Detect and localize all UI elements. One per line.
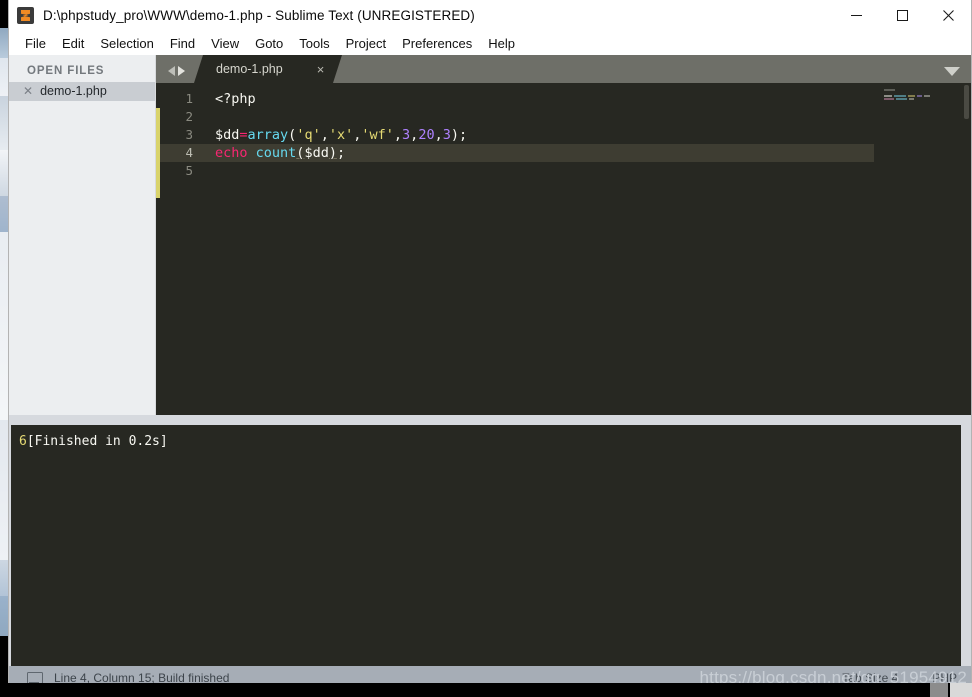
code-token: = [239,127,248,143]
menu-bar: File Edit Selection Find View Goto Tools… [9,31,971,55]
line-number: 5 [185,163,193,178]
menu-selection[interactable]: Selection [92,34,161,53]
sidebar: OPEN FILES ✕ demo-1.php [9,55,156,415]
line-number: 3 [185,127,193,142]
code-token: $dd [304,145,329,161]
code-token: 'x' [328,127,354,143]
close-icon [942,10,954,21]
code-token: echo [215,145,248,161]
menu-preferences[interactable]: Preferences [394,34,480,53]
code-token: ; [459,127,468,143]
build-output-value: 6 [19,434,27,449]
console-right-edge [961,425,971,666]
minimize-button[interactable] [833,0,879,31]
code-token: $dd [215,127,240,143]
maximize-button[interactable] [879,0,925,31]
code-line-4: echo count($dd); [203,144,874,162]
menu-tools[interactable]: Tools [291,34,337,53]
editor-panes: OPEN FILES ✕ demo-1.php demo-1.php × 1 2… [9,55,971,415]
code-token: <?php [215,91,256,107]
sidebar-item-demo-1-php[interactable]: ✕ demo-1.php [9,82,155,101]
tab-close-icon[interactable]: × [317,63,325,76]
editor-column: demo-1.php × 1 2 3 4 5 <?php $dd=array('… [156,55,971,415]
desktop-taskbar [0,683,972,697]
code-token: 3 [442,127,451,143]
menu-view[interactable]: View [203,34,247,53]
close-button[interactable] [925,0,971,31]
window-body: OPEN FILES ✕ demo-1.php demo-1.php × 1 2… [9,55,971,689]
sublime-text-window: D:\phpstudy_pro\WWW\demo-1.php - Sublime… [8,0,972,690]
build-output-panel[interactable]: 6[Finished in 0.2s] [9,425,971,666]
line-number: 1 [185,91,193,106]
code-token: , [320,127,329,143]
build-output-text: 6[Finished in 0.2s] [19,433,971,450]
workspace: OPEN FILES ✕ demo-1.php demo-1.php × 1 2… [9,55,971,689]
code-token: 20 [418,127,435,143]
menu-goto[interactable]: Goto [247,34,291,53]
menu-project[interactable]: Project [338,34,394,53]
code-token: count [255,145,297,161]
line-number-active: 4 [156,144,203,162]
code-editor[interactable]: 1 2 3 4 5 <?php $dd=array('q','x','wf',3… [156,83,971,415]
code-token: array [247,127,289,143]
menu-edit[interactable]: Edit [54,34,92,53]
taskbar-item-1 [930,683,948,697]
title-bar: D:\phpstudy_pro\WWW\demo-1.php - Sublime… [9,0,971,31]
taskbar-item-2 [950,683,972,697]
code-token: ) [450,127,459,143]
code-token: 3 [402,127,411,143]
maximize-icon [896,10,908,21]
code-content[interactable]: <?php $dd=array('q','x','wf',3,20,3); ec… [203,83,874,415]
console-panel-icon[interactable] [27,671,43,684]
menu-help[interactable]: Help [480,34,523,53]
code-token: , [434,127,443,143]
menu-file[interactable]: File [17,34,54,53]
code-token: ) [328,145,337,161]
arrow-right-icon[interactable] [178,66,185,76]
build-output-status: [Finished in 0.2s] [26,434,168,449]
minimap-row [884,98,971,101]
code-token: 'wf' [361,127,394,143]
chevron-down-icon[interactable] [944,67,960,76]
code-token: 'q' [296,127,321,143]
minimize-icon [850,15,862,16]
arrow-left-icon[interactable] [168,66,175,76]
window-controls [833,0,971,31]
tab-nav-arrows [156,66,194,83]
menu-find[interactable]: Find [162,34,203,53]
minimap-scrollbar[interactable] [964,85,969,119]
tab-label: demo-1.php [216,62,283,76]
sublime-text-logo-icon [17,7,34,24]
code-line-1: <?php [203,90,874,108]
minimap[interactable] [874,83,971,415]
code-token: , [393,127,403,143]
close-small-icon[interactable]: ✕ [23,85,33,97]
gutter-accent-bar [156,108,160,198]
panel-separator[interactable] [9,415,971,425]
code-token: ; [336,145,346,161]
code-line-3: $dd=array('q','x','wf',3,20,3); [203,126,874,144]
tab-bar: demo-1.php × [156,55,971,83]
console-left-edge [9,425,11,666]
tab-demo-1-php[interactable]: demo-1.php × [194,55,342,83]
line-number: 2 [185,109,193,124]
window-title: D:\phpstudy_pro\WWW\demo-1.php - Sublime… [43,8,475,23]
line-number-gutter: 1 2 3 4 5 [156,83,203,415]
sidebar-file-label: demo-1.php [40,84,107,98]
sidebar-section-open-files: OPEN FILES [27,65,105,77]
